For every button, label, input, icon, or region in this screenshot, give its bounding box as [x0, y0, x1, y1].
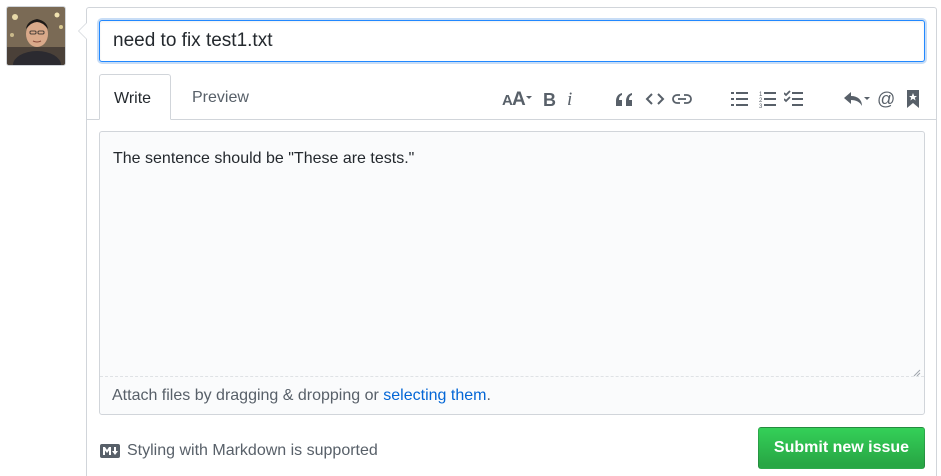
issue-title-input[interactable] — [99, 20, 925, 62]
issue-body-textarea[interactable]: The sentence should be "These are tests.… — [99, 131, 925, 415]
quote-icon — [616, 93, 632, 106]
markdown-note[interactable]: Styling with Markdown is supported — [100, 442, 378, 460]
text-size-icon: A A — [502, 89, 532, 109]
ordered-list-icon: 1 2 3 — [759, 92, 776, 108]
tab-write[interactable]: Write — [99, 74, 171, 120]
reply-icon — [844, 92, 870, 106]
bold-button[interactable]: B — [539, 86, 559, 112]
issue-form-box: Write Preview A A B i — [78, 7, 937, 476]
bookmark-icon — [907, 90, 919, 108]
task-list-button[interactable] — [782, 86, 806, 112]
code-button[interactable] — [643, 86, 667, 112]
svg-text:@: @ — [877, 90, 895, 108]
svg-text:i: i — [567, 89, 572, 109]
avatar-photo — [7, 7, 65, 65]
file-attach-bar[interactable]: Attach files by dragging & dropping or s… — [100, 376, 924, 414]
new-issue-page: Write Preview A A B i — [0, 0, 941, 476]
markdown-note-text: Styling with Markdown is supported — [127, 442, 378, 459]
issue-body-text: The sentence should be "These are tests.… — [113, 150, 415, 167]
tab-preview[interactable]: Preview — [178, 74, 263, 119]
task-list-icon — [784, 90, 803, 106]
svg-text:3: 3 — [759, 104, 763, 108]
mention-button[interactable]: @ — [875, 86, 897, 112]
bold-icon: B — [543, 90, 556, 108]
svg-text:A: A — [512, 89, 526, 109]
quote-button[interactable] — [613, 86, 635, 112]
link-button[interactable] — [670, 86, 694, 112]
code-icon — [645, 93, 665, 105]
svg-text:B: B — [543, 90, 556, 108]
text-size-button[interactable]: A A — [501, 86, 535, 112]
italic-button[interactable]: i — [563, 86, 579, 112]
unordered-list-icon — [731, 92, 748, 106]
unordered-list-button[interactable] — [729, 86, 751, 112]
bookmark-button[interactable] — [902, 86, 924, 112]
user-avatar[interactable] — [6, 6, 66, 66]
saved-reply-button[interactable] — [842, 86, 872, 112]
mention-icon: @ — [877, 90, 895, 108]
submit-issue-button[interactable]: Submit new issue — [758, 427, 925, 469]
attach-suffix: . — [486, 387, 491, 404]
markdown-icon — [100, 444, 120, 458]
ordered-list-button[interactable]: 1 2 3 — [757, 86, 779, 112]
link-icon — [672, 94, 692, 104]
attach-prefix: Attach files by dragging & dropping or — [112, 387, 384, 404]
speech-caret — [78, 22, 87, 40]
select-files-link[interactable]: selecting them — [383, 387, 486, 404]
italic-icon: i — [567, 89, 572, 109]
